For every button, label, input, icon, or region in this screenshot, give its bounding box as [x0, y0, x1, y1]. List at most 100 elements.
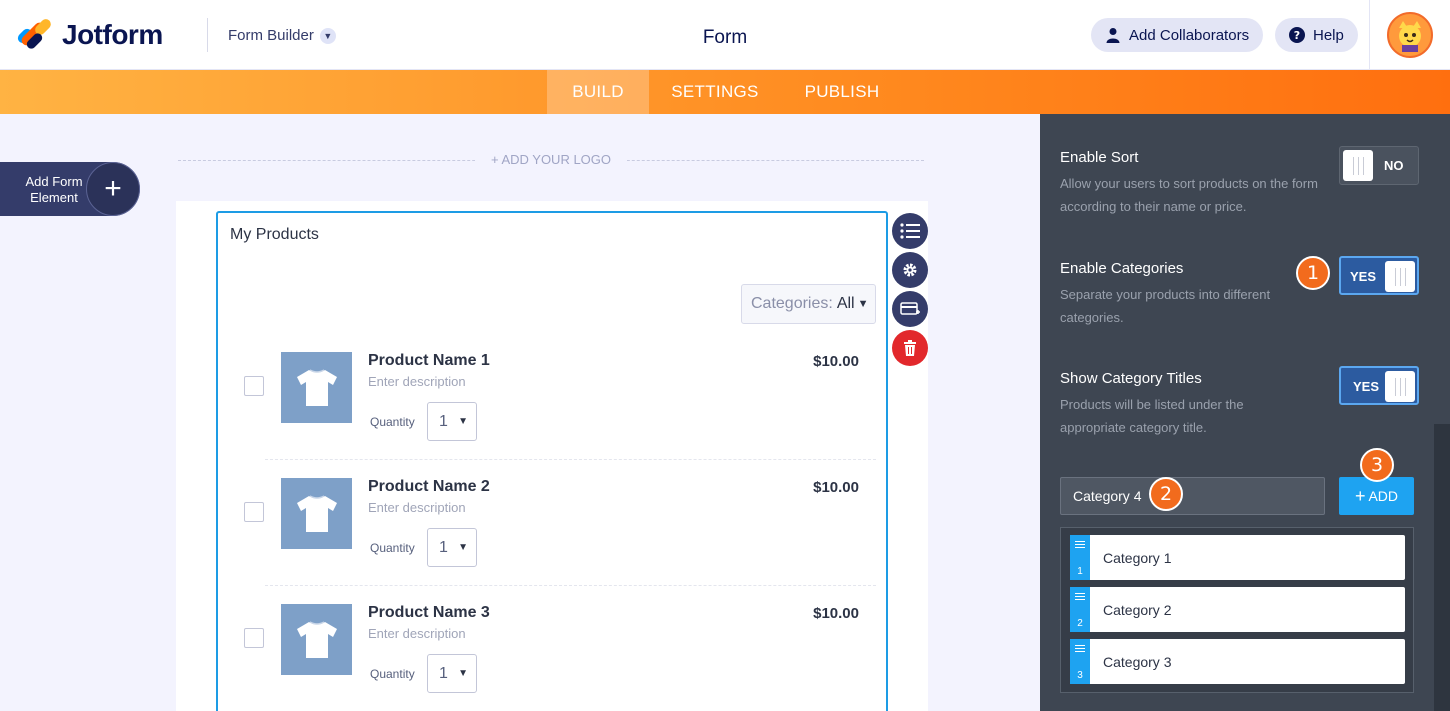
add-your-logo-link[interactable]: + ADD YOUR LOGO — [475, 152, 627, 167]
header-divider — [207, 18, 208, 52]
svg-text:?: ? — [1294, 29, 1300, 42]
categories-filter-label: Categories: — [751, 295, 833, 312]
chevron-down-icon: ▼ — [458, 416, 468, 427]
plus-icon: + — [1354, 485, 1366, 506]
list-icon — [900, 223, 920, 239]
tab-build[interactable]: BUILD — [547, 70, 649, 114]
add-form-element-button[interactable]: Add Form Element + — [0, 162, 140, 216]
logo-text: Jotform — [62, 19, 163, 50]
show-category-titles-option: Show Category Titles Products will be li… — [1060, 370, 1320, 439]
add-collaborators-button[interactable]: Add Collaborators — [1091, 18, 1264, 52]
chevron-down-icon: ▼ — [319, 27, 336, 44]
option-description: Products will be listed under the approp… — [1060, 397, 1244, 435]
quantity-select[interactable]: 1 ▼ — [427, 654, 477, 693]
product-description[interactable]: Enter description — [368, 374, 466, 389]
quantity-value: 1 — [439, 664, 448, 682]
enable-sort-toggle[interactable]: NO — [1339, 146, 1419, 185]
quantity-label: Quantity — [370, 541, 415, 555]
help-label: Help — [1313, 26, 1344, 44]
product-name[interactable]: Product Name 2 — [368, 478, 490, 496]
avatar[interactable] — [1387, 12, 1433, 58]
show-category-titles-toggle[interactable]: YES — [1339, 366, 1419, 405]
quantity-value: 1 — [439, 538, 448, 556]
drag-handle[interactable]: 3 — [1070, 639, 1090, 684]
quantity-select[interactable]: 1 ▼ — [427, 528, 477, 567]
product-image[interactable] — [281, 604, 352, 675]
jotform-logo[interactable]: Jotform — [15, 17, 163, 52]
help-button[interactable]: ? Help — [1275, 18, 1358, 52]
cat-avatar-icon — [1399, 21, 1421, 52]
product-image[interactable] — [281, 478, 352, 549]
product-name[interactable]: Product Name 3 — [368, 604, 490, 622]
user-icon — [1106, 28, 1120, 43]
quantity-label: Quantity — [370, 667, 415, 681]
drag-handle-icon — [1075, 645, 1085, 654]
product-price: $10.00 — [813, 605, 859, 622]
drag-handle[interactable]: 1 — [1070, 535, 1090, 580]
product-item: Product Name 2 Enter description $10.00 … — [244, 478, 876, 604]
category-index: 3 — [1077, 670, 1083, 681]
product-description[interactable]: Enter description — [368, 500, 466, 515]
toggle-state: NO — [1384, 158, 1404, 173]
chevron-down-icon: ▼ — [458, 668, 468, 679]
category-list: 1 Category 1 2 Category 2 3 Category 3 — [1060, 527, 1414, 693]
product-name[interactable]: Product Name 1 — [368, 352, 490, 370]
option-title: Show Category Titles — [1060, 370, 1202, 387]
drag-handle-icon — [1075, 541, 1085, 550]
add-category-label: ADD — [1368, 488, 1399, 504]
category-list-item[interactable]: 3 Category 3 — [1070, 639, 1405, 684]
category-name-input[interactable] — [1060, 477, 1325, 515]
quantity-select[interactable]: 1 ▼ — [427, 402, 477, 441]
tab-settings[interactable]: SETTINGS — [661, 70, 769, 114]
category-index: 1 — [1077, 566, 1083, 577]
category-list-item[interactable]: 1 Category 1 — [1070, 535, 1405, 580]
plus-icon: + — [86, 162, 140, 216]
field-settings-button[interactable] — [892, 252, 928, 288]
drag-handle-icon — [1075, 593, 1085, 602]
product-item: Product Name 3 Enter description $10.00 … — [244, 604, 876, 711]
product-list-options-button[interactable] — [892, 213, 928, 249]
toggle-knob — [1343, 150, 1373, 181]
product-list-title[interactable]: My Products — [230, 226, 319, 244]
option-title: Enable Sort — [1060, 149, 1139, 166]
category-label: Category 1 — [1103, 550, 1172, 566]
category-label: Category 2 — [1103, 602, 1172, 618]
enable-sort-option: Enable Sort Allow your users to sort pro… — [1060, 149, 1320, 218]
product-checkbox[interactable] — [244, 376, 264, 396]
option-description: Separate your products into different ca… — [1060, 287, 1271, 325]
delete-field-button[interactable] — [892, 330, 928, 366]
top-bar: Jotform Form Builder ▼ Form Add Collabor… — [0, 0, 1450, 70]
product-item: Product Name 1 Enter description $10.00 … — [244, 352, 876, 478]
main-tab-bar: BUILD SETTINGS PUBLISH — [0, 70, 1450, 114]
help-icon: ? — [1289, 27, 1305, 43]
product-divider — [265, 585, 876, 586]
category-label: Category 3 — [1103, 654, 1172, 670]
product-divider — [265, 459, 876, 460]
add-category-button[interactable]: + ADD — [1339, 477, 1414, 515]
tshirt-icon — [296, 620, 337, 658]
add-collaborators-label: Add Collaborators — [1129, 26, 1250, 44]
categories-filter-select[interactable]: Categories: All ▼ — [741, 284, 876, 324]
product-price: $10.00 — [813, 479, 859, 496]
categories-filter-value: All — [836, 295, 855, 312]
product-checkbox[interactable] — [244, 502, 264, 522]
drag-handle[interactable]: 2 — [1070, 587, 1090, 632]
panel-scrollbar[interactable] — [1434, 424, 1450, 711]
option-title: Enable Categories — [1060, 260, 1184, 277]
form-builder-label: Form Builder — [228, 27, 314, 44]
chevron-down-icon: ▼ — [458, 542, 468, 553]
toggle-state: YES — [1350, 269, 1377, 284]
payment-settings-button[interactable] — [892, 291, 928, 327]
category-list-item[interactable]: 2 Category 2 — [1070, 587, 1405, 632]
product-image[interactable] — [281, 352, 352, 423]
category-index: 2 — [1077, 618, 1083, 629]
tshirt-icon — [296, 368, 337, 406]
enable-categories-option: Enable Categories Separate your products… — [1060, 260, 1320, 329]
tab-publish[interactable]: PUBLISH — [796, 70, 888, 114]
enable-categories-toggle[interactable]: YES — [1339, 256, 1419, 295]
chevron-down-icon: ▼ — [857, 298, 869, 310]
product-description[interactable]: Enter description — [368, 626, 466, 641]
form-builder-menu[interactable]: Form Builder ▼ — [228, 27, 336, 44]
tshirt-icon — [296, 494, 337, 532]
product-checkbox[interactable] — [244, 628, 264, 648]
